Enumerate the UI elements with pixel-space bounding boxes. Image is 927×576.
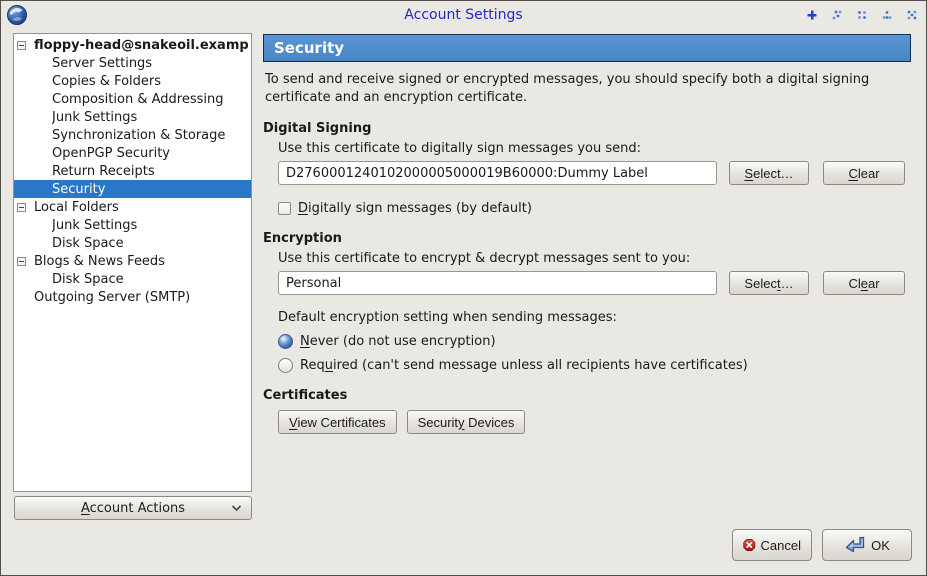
digitally-sign-checkbox[interactable] [278, 202, 291, 215]
account-tree: floppy-head@snakeoil.examp Server Setting… [13, 33, 252, 492]
close-icon[interactable] [906, 9, 918, 21]
window-controls [806, 1, 918, 28]
encryption-required-radio[interactable] [278, 358, 293, 373]
account-actions-label: Account Actions [81, 501, 185, 516]
sidebar-item-label: Composition & Addressing [52, 92, 223, 107]
sidebar-item-label: Junk Settings [52, 110, 137, 125]
certificates-heading: Certificates [263, 388, 911, 403]
collapse-icon[interactable] [17, 41, 26, 50]
sidebar-item[interactable]: Server Settings [14, 54, 251, 72]
minimize-icon[interactable] [856, 9, 868, 21]
sidebar-item[interactable]: floppy-head@snakeoil.examp [14, 36, 251, 54]
sidebar-item-label: Disk Space [52, 236, 124, 251]
account-actions-button[interactable]: Account Actions [14, 496, 252, 520]
sidebar-item[interactable]: Security [14, 180, 251, 198]
intro-text: To send and receive signed or encrypted … [265, 71, 905, 106]
sidebar-item-label: Disk Space [52, 272, 124, 287]
encryption-never-radio[interactable] [278, 334, 293, 349]
sidebar-item[interactable]: Local Folders [14, 198, 251, 216]
sidebar-item-label: Junk Settings [52, 218, 137, 233]
collapse-icon[interactable] [17, 203, 26, 212]
collapse-icon[interactable] [17, 257, 26, 266]
sidebar-item[interactable]: OpenPGP Security [14, 144, 251, 162]
maximize-icon[interactable] [881, 9, 893, 21]
view-certificates-button[interactable]: View Certificates [278, 410, 397, 434]
window-title: Account Settings [1, 7, 926, 23]
cancel-icon [743, 535, 756, 555]
sidebar-item[interactable]: Junk Settings [14, 108, 251, 126]
sidebar-item[interactable]: Copies & Folders [14, 72, 251, 90]
sidebar-item[interactable]: Disk Space [14, 270, 251, 288]
ok-enter-arrow-icon [844, 535, 866, 555]
encryption-heading: Encryption [263, 231, 911, 246]
sidebar-item-label: Server Settings [52, 56, 152, 71]
sidebar-item-label: Local Folders [34, 200, 119, 215]
security-panel: Security To send and receive signed or e… [263, 34, 911, 434]
sidebar-item-label: OpenPGP Security [52, 146, 170, 161]
cancel-label: Cancel [761, 538, 801, 553]
security-devices-button[interactable]: Security Devices [407, 410, 526, 434]
sidebar-item[interactable]: Synchronization & Storage [14, 126, 251, 144]
encryption-select-button[interactable]: Select… [729, 271, 809, 295]
ok-label: OK [871, 538, 890, 553]
encryption-never-label: Never (do not use encryption) [300, 334, 496, 349]
encryption-required-label: Required (can't send message unless all … [300, 358, 748, 373]
dialog-buttons: Cancel OK [732, 529, 912, 561]
panel-title: Security [263, 34, 911, 62]
sidebar-item[interactable]: Return Receipts [14, 162, 251, 180]
signing-certificate-input[interactable] [278, 161, 717, 185]
sidebar-item-label: floppy-head@snakeoil.examp [34, 38, 249, 53]
sidebar-item-label: Return Receipts [52, 164, 155, 179]
cancel-button[interactable]: Cancel [732, 529, 812, 561]
encryption-hint: Use this certificate to encrypt & decryp… [278, 251, 911, 266]
encryption-certificate-input[interactable] [278, 271, 717, 295]
digital-signing-hint: Use this certificate to digitally sign m… [278, 141, 911, 156]
sidebar-item[interactable]: Composition & Addressing [14, 90, 251, 108]
sidebar-item[interactable]: Blogs & News Feeds [14, 252, 251, 270]
account-settings-window: Account Settings floppy-head@snakeoil.ex… [0, 0, 927, 576]
chevron-down-icon [231, 504, 242, 512]
sidebar-item[interactable]: Disk Space [14, 234, 251, 252]
digitally-sign-label: Digitally sign messages (by default) [298, 201, 532, 216]
sidebar-item-label: Synchronization & Storage [52, 128, 225, 143]
digital-signing-heading: Digital Signing [263, 121, 911, 136]
default-encryption-label: Default encryption setting when sending … [278, 310, 617, 325]
signing-clear-button[interactable]: Clear [823, 161, 905, 185]
shade-icon[interactable] [831, 9, 843, 21]
sidebar-item-label: Blogs & News Feeds [34, 254, 165, 269]
encryption-clear-button[interactable]: Clear [823, 271, 905, 295]
sidebar-item[interactable]: Junk Settings [14, 216, 251, 234]
signing-select-button[interactable]: Select… [729, 161, 809, 185]
titlebar: Account Settings [1, 1, 926, 28]
ok-button[interactable]: OK [822, 529, 912, 561]
sidebar-item-label: Outgoing Server (SMTP) [34, 290, 190, 305]
sidebar-item-label: Copies & Folders [52, 74, 161, 89]
sidebar-item-label: Security [52, 182, 105, 197]
pin-icon[interactable] [806, 9, 818, 21]
sidebar-item[interactable]: Outgoing Server (SMTP) [14, 288, 251, 306]
